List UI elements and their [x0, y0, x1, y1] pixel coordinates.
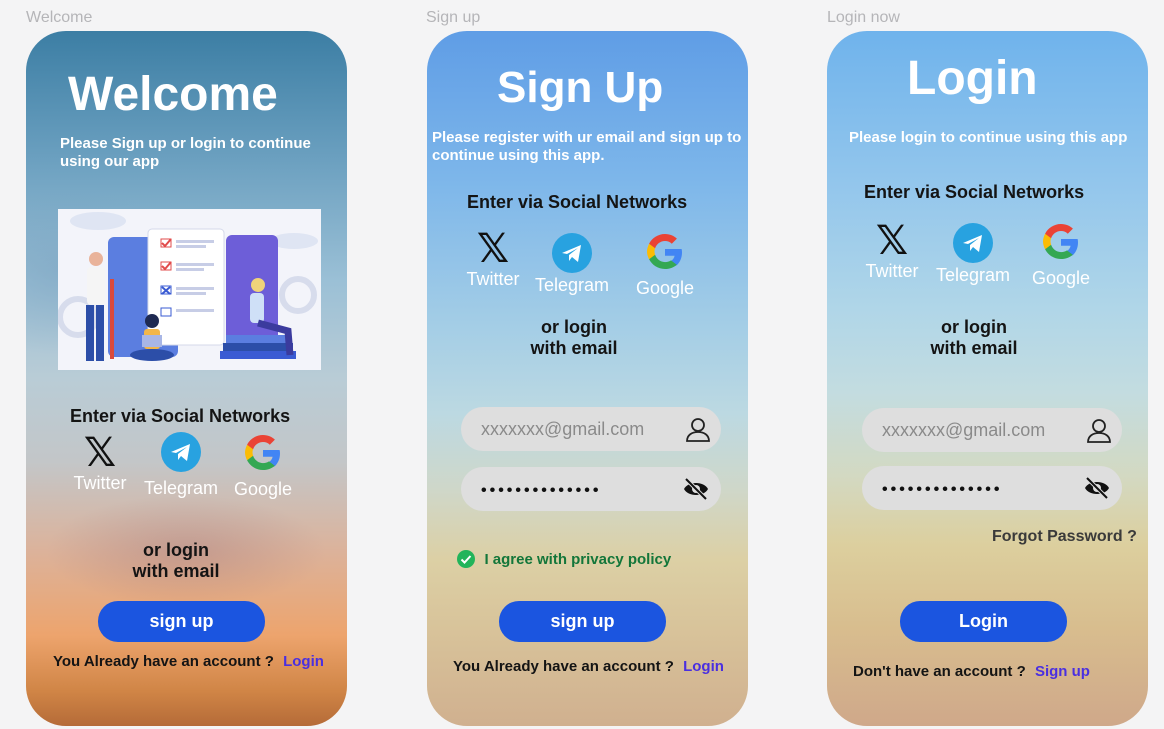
email-placeholder: xxxxxxx@gmail.com	[882, 420, 1046, 440]
page-title: Login	[907, 52, 1038, 105]
social-heading: Enter via Social Networks	[864, 182, 1085, 202]
user-icon	[1087, 419, 1111, 443]
google-login[interactable]: Google	[620, 231, 710, 299]
google-label: Google	[233, 479, 293, 499]
eye-off-icon[interactable]	[683, 478, 709, 500]
google-label: Google	[1031, 268, 1091, 288]
account-prompt-text: Don't have an account ?	[853, 663, 1026, 680]
twitter-login[interactable]: 𝕏 Twitter	[847, 221, 937, 282]
twitter-label: Twitter	[865, 261, 919, 281]
login-button[interactable]: Login	[900, 601, 1067, 642]
telegram-login[interactable]: Telegram	[527, 233, 617, 296]
sign-up-button[interactable]: sign up	[98, 601, 265, 642]
password-field[interactable]: ••••••••••••••	[461, 467, 721, 511]
google-login[interactable]: Google	[218, 432, 308, 500]
twitter-login[interactable]: 𝕏 Twitter	[55, 433, 145, 494]
hero-illustration	[57, 209, 321, 370]
telegram-icon	[552, 233, 592, 273]
account-prompt: You Already have an account ? Login	[53, 653, 324, 670]
telegram-label: Telegram	[935, 265, 1011, 285]
signup-screen: Sign Up Please register with ur email an…	[427, 31, 748, 726]
agree-text: I agree with privacy policy	[484, 550, 672, 568]
google-icon	[647, 234, 682, 269]
telegram-icon	[161, 432, 201, 472]
telegram-login[interactable]: Telegram	[928, 223, 1018, 286]
or-line-2: with email	[132, 561, 220, 581]
telegram-login[interactable]: Telegram	[136, 432, 226, 499]
or-line-2: with email	[930, 338, 1018, 358]
page-title: Welcome	[68, 68, 278, 121]
or-login-text: or login with email	[427, 317, 721, 359]
x-logo-icon: 𝕏	[875, 219, 909, 263]
google-label: Google	[635, 278, 695, 298]
eye-off-icon[interactable]	[1084, 477, 1110, 499]
account-prompt-text: You Already have an account ?	[453, 658, 674, 675]
frame-label-signup: Sign up	[426, 9, 481, 26]
or-login-text: or login with email	[26, 540, 326, 582]
privacy-agreement[interactable]: I agree with privacy policy	[456, 549, 671, 569]
twitter-login[interactable]: 𝕏 Twitter	[448, 229, 538, 290]
email-field[interactable]: xxxxxxx@gmail.com	[461, 407, 721, 451]
social-heading: Enter via Social Networks	[467, 192, 688, 212]
twitter-label: Twitter	[73, 473, 127, 493]
forgot-password-link[interactable]: Forgot Password ?	[992, 528, 1137, 546]
login-screen: Login Please login to continue using thi…	[827, 31, 1148, 726]
email-field[interactable]: xxxxxxx@gmail.com	[862, 408, 1122, 452]
telegram-label: Telegram	[143, 478, 219, 498]
or-line-1: or login	[941, 317, 1007, 337]
check-circle-icon	[457, 550, 475, 568]
page-title: Sign Up	[497, 63, 664, 112]
account-prompt: You Already have an account ? Login	[453, 658, 724, 675]
page-subtitle: Please Sign up or login to continue usin…	[60, 135, 311, 170]
google-icon	[1043, 224, 1078, 259]
login-link[interactable]: Login	[283, 653, 324, 670]
account-prompt-text: You Already have an account ?	[53, 653, 274, 670]
sign-up-link[interactable]: Sign up	[1035, 663, 1090, 680]
google-login[interactable]: Google	[1016, 221, 1106, 289]
email-placeholder: xxxxxxx@gmail.com	[481, 419, 645, 439]
login-link[interactable]: Login	[683, 658, 724, 675]
social-heading: Enter via Social Networks	[70, 406, 291, 426]
or-line-2: with email	[530, 338, 618, 358]
password-mask: ••••••••••••••	[481, 482, 602, 499]
frame-label-login: Login now	[827, 9, 900, 26]
page-subtitle: Please login to continue using this app	[849, 129, 1128, 146]
or-line-1: or login	[143, 540, 209, 560]
password-field[interactable]: ••••••••••••••	[862, 466, 1122, 510]
or-login-text: or login with email	[827, 317, 1121, 359]
frame-label-welcome: Welcome	[26, 9, 93, 26]
or-line-1: or login	[541, 317, 607, 337]
twitter-label: Twitter	[466, 269, 520, 289]
google-icon	[245, 435, 280, 470]
telegram-label: Telegram	[534, 275, 610, 295]
x-logo-icon: 𝕏	[83, 431, 117, 475]
page-subtitle: Please register with ur email and sign u…	[432, 129, 742, 164]
x-logo-icon: 𝕏	[476, 227, 510, 271]
welcome-screen: Welcome Please Sign up or login to conti…	[26, 31, 347, 726]
user-icon	[686, 418, 710, 442]
account-prompt: Don't have an account ? Sign up	[853, 663, 1090, 680]
password-mask: ••••••••••••••	[882, 481, 1003, 498]
telegram-icon	[953, 223, 993, 263]
sign-up-button[interactable]: sign up	[499, 601, 666, 642]
